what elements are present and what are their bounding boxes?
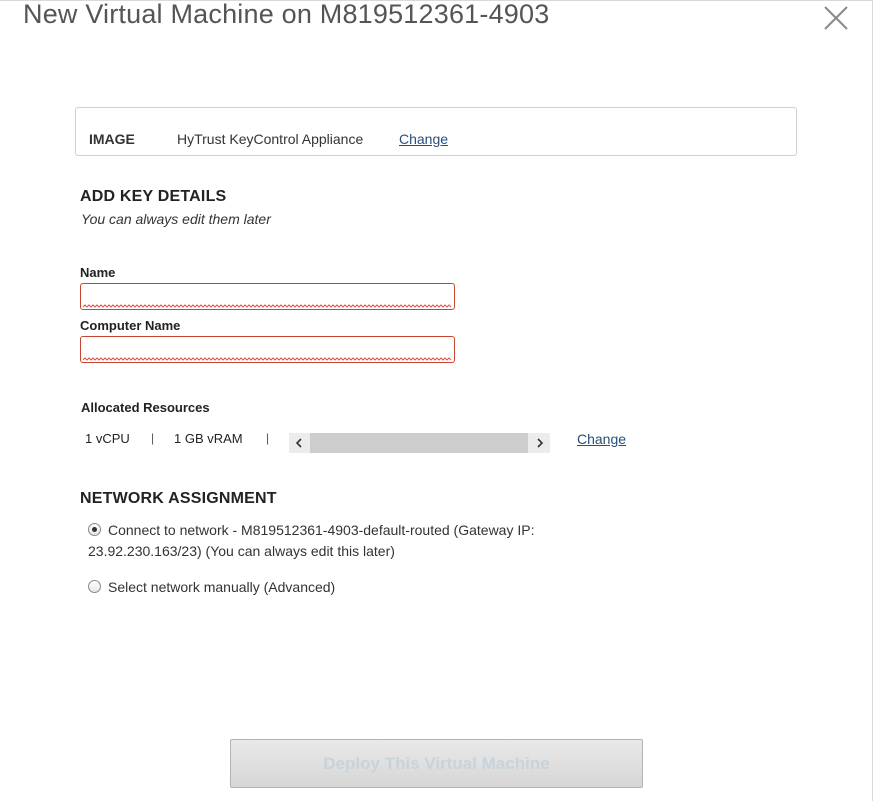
connect-network-label-line2: 23.92.230.163/23) (You can always edit t… [88,543,395,559]
computer-name-field-wrap [80,336,455,363]
error-squiggle [83,357,452,361]
resource-separator: | [151,431,155,445]
close-icon [824,6,848,30]
chevron-left-icon [295,438,302,448]
key-details-subtitle: You can always edit them later [81,211,271,227]
chevron-right-icon [537,438,544,448]
manual-network-radio[interactable] [88,580,101,593]
resources-horizontal-scrollbar[interactable] [289,433,550,453]
connect-network-label-line1: Connect to network - M819512361-4903-def… [108,522,535,538]
vcpu-value: 1 vCPU [85,431,130,446]
image-summary-card: IMAGE HyTrust KeyControl Appliance Chang… [75,107,797,156]
scroll-left-button[interactable] [289,433,309,453]
connect-network-radio[interactable] [88,523,101,536]
key-details-heading: ADD KEY DETAILS [80,188,227,205]
scroll-right-button[interactable] [530,433,550,453]
image-change-link[interactable]: Change [399,131,448,147]
deploy-vm-button[interactable]: Deploy This Virtual Machine [230,739,643,788]
error-squiggle [83,304,452,308]
new-vm-dialog: New Virtual Machine on M819512361-4903 I… [0,0,873,801]
allocated-resources-heading: Allocated Resources [81,400,210,415]
vram-value: 1 GB vRAM [174,431,243,446]
scroll-thumb[interactable] [310,433,528,453]
close-button[interactable] [822,4,850,32]
image-value: HyTrust KeyControl Appliance [177,131,364,147]
image-label: IMAGE [89,131,135,147]
name-field-wrap [80,283,455,310]
name-label: Name [80,265,116,280]
resource-separator: | [266,431,270,445]
network-assignment-heading: NETWORK ASSIGNMENT [80,490,277,507]
computer-name-label: Computer Name [80,318,181,333]
dialog-title: New Virtual Machine on M819512361-4903 [23,0,550,29]
resources-change-link[interactable]: Change [577,431,626,447]
manual-network-label: Select network manually (Advanced) [108,579,336,595]
